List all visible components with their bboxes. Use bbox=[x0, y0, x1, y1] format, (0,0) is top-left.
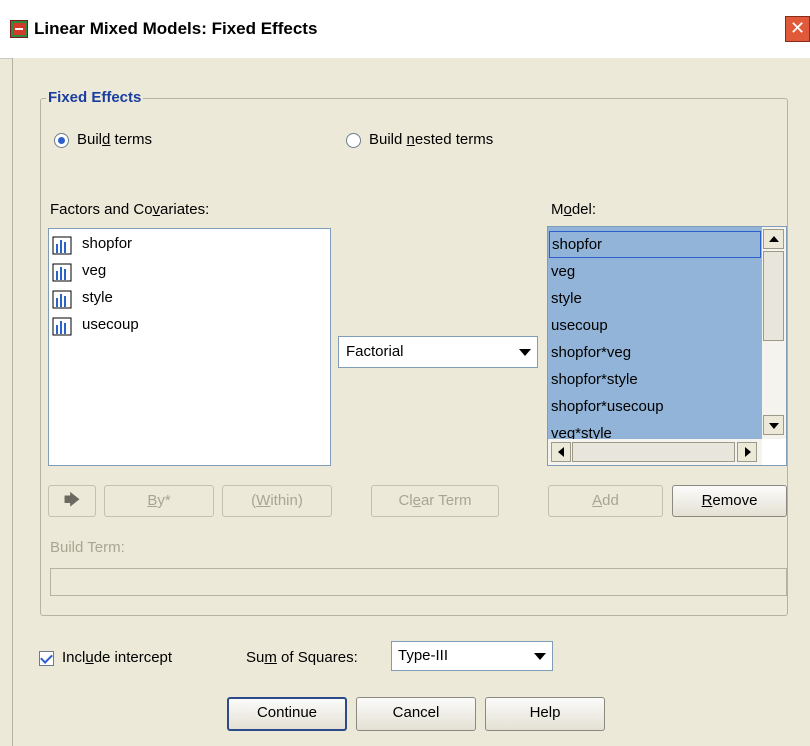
factor-item-veg[interactable]: veg bbox=[52, 260, 322, 284]
model-item[interactable]: shopfor*style bbox=[549, 366, 761, 393]
cancel-button[interactable]: Cancel bbox=[356, 697, 476, 731]
factor-item-style[interactable]: style bbox=[52, 287, 322, 311]
model-label: Model: bbox=[551, 201, 597, 218]
arrow-left-icon bbox=[558, 447, 564, 457]
build-terms-label[interactable]: Build terms bbox=[77, 131, 152, 148]
sum-of-squares-value: Type-III bbox=[398, 647, 449, 664]
nominal-variable-icon bbox=[52, 317, 72, 336]
model-item[interactable]: shopfor bbox=[549, 231, 761, 258]
factor-item-label: shopfor bbox=[82, 235, 133, 252]
scroll-down-button[interactable] bbox=[763, 415, 784, 435]
within-button[interactable]: (Within) bbox=[222, 485, 332, 517]
chevron-down-icon bbox=[519, 349, 531, 356]
build-term-field[interactable] bbox=[50, 568, 787, 596]
scroll-up-button[interactable] bbox=[763, 229, 784, 249]
factor-item-label: veg bbox=[82, 262, 107, 279]
move-right-icon: 🡆 bbox=[63, 492, 81, 509]
model-item[interactable]: shopfor*usecoup bbox=[549, 393, 761, 420]
add-button[interactable]: Add bbox=[548, 485, 663, 517]
scroll-left-button[interactable] bbox=[551, 442, 571, 462]
help-button[interactable]: Help bbox=[485, 697, 605, 731]
model-list[interactable]: shopfor veg style usecoup shopfor*veg shopfor… bbox=[547, 226, 787, 466]
move-right-button[interactable]: 🡆 bbox=[48, 485, 96, 517]
build-nested-terms-label[interactable]: Build nested terms bbox=[369, 131, 493, 148]
model-item[interactable]: shopfor*veg bbox=[549, 339, 761, 366]
factor-item-shopfor[interactable]: shopfor bbox=[52, 233, 322, 257]
remove-button[interactable]: Remove bbox=[672, 485, 787, 517]
continue-button[interactable]: Continue bbox=[227, 697, 347, 731]
sum-of-squares-label: Sum of Squares: bbox=[246, 649, 358, 666]
model-item[interactable]: veg bbox=[549, 258, 761, 285]
factor-item-label: usecoup bbox=[82, 316, 139, 333]
sum-of-squares-dropdown[interactable]: Type-III bbox=[391, 641, 553, 671]
title-bar: Linear Mixed Models: Fixed Effects ✕ bbox=[0, 0, 810, 59]
build-term-label: Build Term: bbox=[50, 539, 125, 556]
model-horizontal-scrollbar[interactable] bbox=[548, 439, 762, 465]
clear-term-button[interactable]: Clear Term bbox=[371, 485, 499, 517]
close-icon[interactable]: ✕ bbox=[785, 16, 810, 42]
model-item[interactable]: veg*style bbox=[549, 420, 761, 441]
nominal-variable-icon bbox=[52, 290, 72, 309]
build-terms-radio[interactable] bbox=[54, 133, 69, 148]
window-title: Linear Mixed Models: Fixed Effects bbox=[34, 19, 318, 38]
scroll-thumb[interactable] bbox=[763, 251, 784, 341]
term-type-value: Factorial bbox=[346, 343, 404, 360]
app-icon bbox=[10, 20, 28, 38]
include-intercept-label[interactable]: Include intercept bbox=[62, 649, 172, 666]
build-nested-terms-radio[interactable] bbox=[346, 133, 361, 148]
nominal-variable-icon bbox=[52, 236, 72, 255]
factors-covariates-label: Factors and Covariates: bbox=[50, 201, 210, 218]
include-intercept-checkbox[interactable] bbox=[39, 651, 54, 666]
term-type-dropdown[interactable]: Factorial bbox=[338, 336, 538, 368]
model-vertical-scrollbar[interactable] bbox=[762, 227, 786, 439]
chevron-down-icon bbox=[534, 653, 546, 660]
factors-covariates-list[interactable]: shopfor veg style usecoup bbox=[48, 228, 331, 466]
arrow-up-icon bbox=[769, 236, 779, 242]
arrow-right-icon bbox=[745, 447, 751, 457]
nominal-variable-icon bbox=[52, 263, 72, 282]
fixed-effects-legend: Fixed Effects bbox=[46, 89, 144, 106]
factor-item-usecoup[interactable]: usecoup bbox=[52, 314, 322, 338]
scroll-right-button[interactable] bbox=[737, 442, 757, 462]
model-item[interactable]: usecoup bbox=[549, 312, 761, 339]
factor-item-label: style bbox=[82, 289, 113, 306]
checkmark-icon bbox=[40, 651, 53, 664]
arrow-down-icon bbox=[769, 423, 779, 429]
model-item[interactable]: style bbox=[549, 285, 761, 312]
by-button[interactable]: By* bbox=[104, 485, 214, 517]
horizontal-scroll-thumb[interactable] bbox=[572, 442, 735, 462]
